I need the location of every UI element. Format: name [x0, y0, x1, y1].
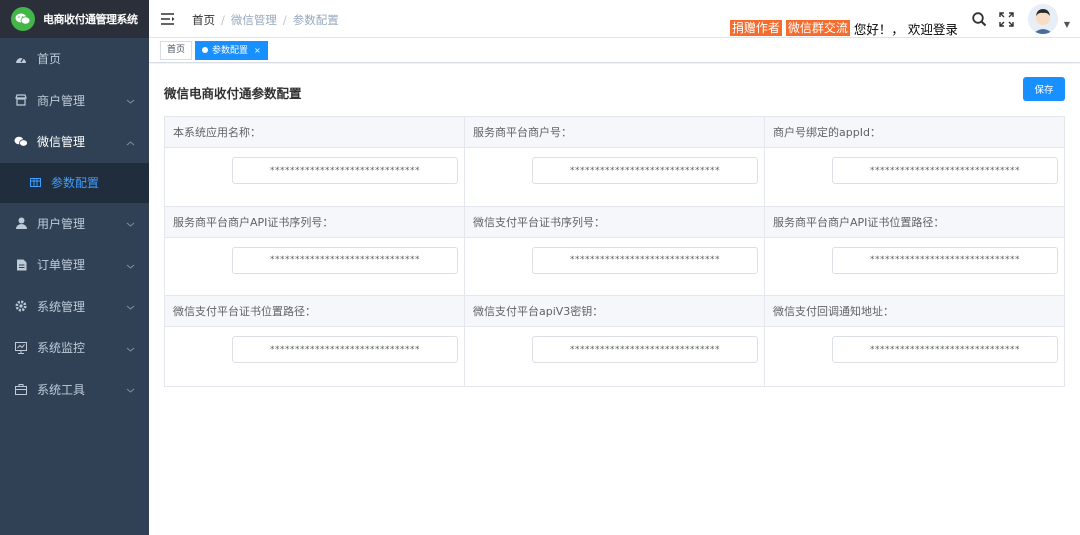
sidebar-item-params-config[interactable]: 参数配置 — [0, 162, 149, 203]
field-label: 服务商平台商户号： — [465, 117, 764, 148]
field-label: 微信支付平台证书序列号： — [465, 206, 764, 238]
field-label: 微信支付平台证书位置路径： — [165, 296, 464, 328]
chevron-down-icon — [126, 260, 135, 274]
gear-icon — [14, 300, 28, 312]
save-button[interactable]: 保存 — [1023, 77, 1065, 101]
form-cell: 微信支付平台apiV3密钥： **************************… — [465, 296, 765, 386]
sidebar-item-wechat[interactable]: 微信管理 — [0, 121, 149, 163]
sidebar-item-label: 首页 — [37, 52, 62, 67]
form-cell: 服务商平台商户API证书序列号： ************************… — [165, 206, 465, 297]
sidebar-item-label: 微信管理 — [37, 135, 86, 150]
platform-cert-path-input[interactable]: ****************************** — [232, 336, 458, 364]
sidebar-item-users[interactable]: 用户管理 — [0, 203, 149, 245]
sidebar-item-system[interactable]: 系统管理 — [0, 286, 149, 328]
sidebar-item-tools[interactable]: 系统工具 — [0, 369, 149, 411]
active-dot-icon — [202, 46, 208, 53]
form-cell: 服务商平台商户API证书位置路径： ***********************… — [765, 206, 1064, 297]
field-label: 本系统应用名称： — [165, 117, 464, 148]
breadcrumb: 首页 / 微信管理 / 参数配置 — [192, 13, 339, 27]
form-cell: 微信支付回调通知地址： *****************************… — [765, 296, 1064, 386]
sidebar-item-label: 系统监控 — [37, 341, 86, 356]
sidebar-item-label: 系统工具 — [37, 382, 86, 397]
sidebar-item-label: 商户管理 — [37, 93, 86, 108]
field-label: 微信支付回调通知地址： — [765, 296, 1064, 328]
merchant-icon — [14, 94, 28, 106]
merchant-cert-serial-input[interactable]: ****************************** — [232, 246, 458, 274]
appid-input[interactable]: ****************************** — [832, 157, 1058, 184]
form-cell: 服务商平台商户号： ****************************** — [465, 117, 765, 207]
donate-author-link[interactable]: 捐赠作者 — [729, 20, 782, 36]
sidebar-item-monitor[interactable]: 系统监控 — [0, 327, 149, 369]
sidebar-item-label: 系统管理 — [37, 299, 86, 314]
chevron-down-icon — [126, 301, 135, 315]
page-title: 微信电商收付通参数配置 — [164, 86, 302, 101]
chevron-down-icon — [126, 95, 135, 109]
sidebar-item-label: 用户管理 — [37, 216, 86, 231]
merchant-cert-path-input[interactable]: ****************************** — [832, 246, 1058, 274]
field-label: 商户号绑定的appId： — [765, 117, 1064, 148]
field-label: 服务商平台商户API证书位置路径： — [765, 206, 1064, 238]
dashboard-icon — [14, 54, 28, 64]
main-content: 微信电商收付通参数配置 保存 本系统应用名称： *****************… — [149, 64, 1080, 535]
tab-label: 参数配置 — [212, 46, 249, 56]
chevron-down-icon — [126, 218, 135, 232]
user-icon — [14, 217, 28, 230]
apiv3-key-input[interactable]: ****************************** — [532, 336, 758, 364]
hamburger-icon[interactable] — [161, 13, 175, 28]
greeting-text: 您好！， 欢迎登录 — [853, 21, 958, 37]
sidebar: 电商收付通管理系统 首页 商户管理 微信管理 参数配置 用户管理 订单管理 系统… — [0, 0, 149, 535]
form-cell: 微信支付平台证书序列号： ****************************… — [465, 206, 765, 297]
table-icon — [30, 178, 41, 187]
navbar: 首页 / 微信管理 / 参数配置 捐赠作者 微信群交流 您好！， 欢迎登录 ▼ — [149, 0, 1080, 38]
app-name-input[interactable]: ****************************** — [232, 157, 458, 184]
chevron-down-icon — [126, 384, 135, 398]
toolbox-icon — [14, 383, 28, 395]
merchant-id-input[interactable]: ****************************** — [532, 157, 758, 184]
search-icon[interactable] — [972, 11, 987, 27]
breadcrumb-current: 参数配置 — [292, 13, 339, 27]
app-logo[interactable]: 电商收付通管理系统 — [0, 0, 149, 38]
field-label: 微信支付平台apiV3密钥： — [465, 296, 764, 328]
tags-view: 首页 参数配置 × — [149, 38, 1080, 63]
tab-params-config[interactable]: 参数配置 × — [195, 41, 268, 60]
chevron-down-icon — [126, 343, 135, 357]
tab-home[interactable]: 首页 — [160, 41, 193, 60]
app-title: 电商收付通管理系统 — [43, 13, 138, 26]
sidebar-item-label: 参数配置 — [51, 176, 100, 190]
wechat-icon — [14, 136, 28, 147]
breadcrumb-wechat[interactable]: 微信管理 — [231, 13, 277, 27]
config-form: 本系统应用名称： ****************************** 服… — [164, 116, 1065, 387]
order-icon — [14, 259, 28, 271]
form-cell: 微信支付平台证书位置路径： ***************************… — [165, 296, 465, 386]
monitor-icon — [14, 341, 28, 354]
avatar[interactable] — [1027, 4, 1058, 34]
form-cell: 本系统应用名称： ****************************** — [165, 117, 465, 207]
fullscreen-icon[interactable] — [999, 11, 1014, 27]
wechat-group-link[interactable]: 微信群交流 — [785, 20, 850, 36]
sidebar-item-label: 订单管理 — [37, 258, 86, 273]
sidebar-item-dashboard[interactable]: 首页 — [0, 38, 149, 80]
notify-url-input[interactable]: ****************************** — [832, 336, 1058, 364]
platform-cert-serial-input[interactable]: ****************************** — [532, 246, 758, 274]
sidebar-item-orders[interactable]: 订单管理 — [0, 244, 149, 286]
sidebar-item-merchant[interactable]: 商户管理 — [0, 80, 149, 122]
caret-down-icon[interactable]: ▼ — [1064, 20, 1070, 29]
field-label: 服务商平台商户API证书序列号： — [165, 206, 464, 238]
wechat-logo-icon — [11, 7, 35, 31]
close-icon[interactable]: × — [254, 46, 261, 55]
navbar-right-menu: 捐赠作者 微信群交流 您好！， 欢迎登录 ▼ — [729, 0, 1080, 38]
chevron-up-icon — [126, 137, 135, 151]
breadcrumb-home[interactable]: 首页 — [192, 13, 215, 27]
form-cell: 商户号绑定的appId： ****************************… — [765, 117, 1064, 207]
